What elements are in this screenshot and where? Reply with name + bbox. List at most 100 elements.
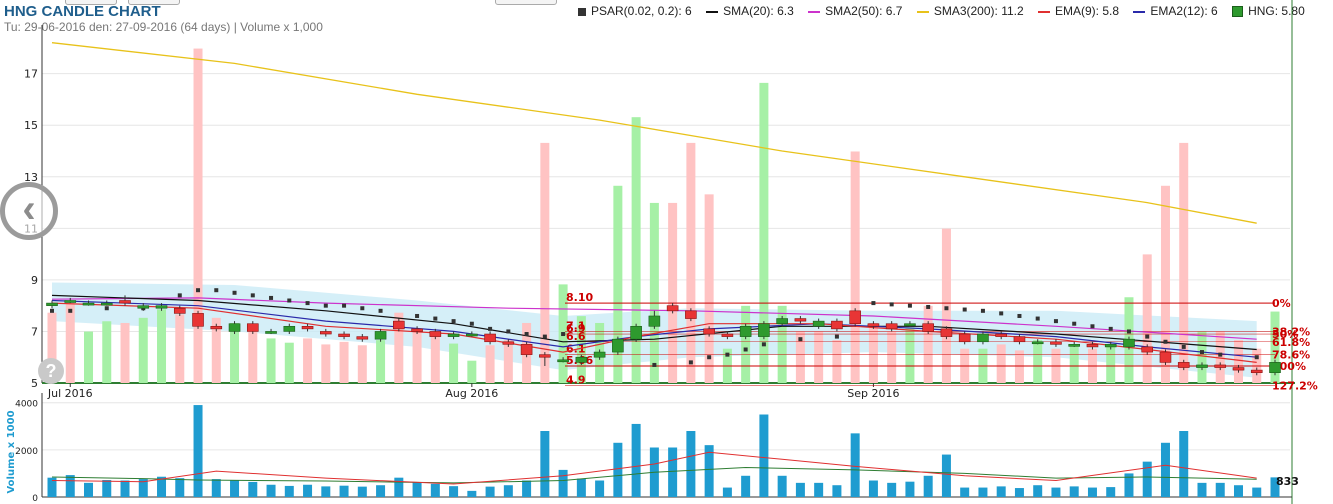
volume-bar: [1215, 482, 1225, 497]
volume-bar: [1051, 487, 1061, 497]
price-panel-volume-bar: [412, 329, 422, 383]
volume-bar: [193, 405, 203, 497]
volume-bar: [412, 482, 422, 497]
psar-point: [761, 342, 766, 347]
volume-bar: [960, 487, 970, 497]
chevron-left-icon[interactable]: ‹: [0, 182, 58, 240]
psar-point: [50, 308, 54, 313]
volume-bar: [1197, 482, 1207, 497]
candle-body: [283, 325, 296, 332]
candle-body: [1104, 344, 1117, 348]
psar-point: [196, 288, 201, 293]
candle-body: [1013, 336, 1026, 343]
volume-bar: [339, 485, 349, 497]
psar-point: [269, 295, 274, 300]
candle-body: [958, 333, 971, 343]
psar-point: [652, 362, 657, 367]
volume-bar: [576, 478, 586, 497]
price-panel-volume-bar: [1033, 340, 1043, 383]
candle-body: [995, 333, 1007, 337]
price-panel-volume-bar: [996, 344, 1006, 383]
candle-body: [703, 328, 715, 335]
volume-bar: [540, 431, 550, 497]
candle-body: [557, 359, 569, 363]
psar-point: [1218, 352, 1223, 357]
volume-bar: [923, 475, 933, 497]
volume-bar: [394, 477, 404, 497]
psar-point: [250, 293, 255, 298]
volume-bar: [1087, 487, 1097, 497]
psar-point: [1035, 316, 1040, 321]
price-panel-volume-bar: [850, 151, 860, 383]
help-icon[interactable]: ?: [38, 358, 64, 384]
volume-bar: [266, 484, 276, 497]
candle-body: [539, 354, 551, 358]
candle-body: [1141, 346, 1154, 353]
psar-point: [999, 311, 1004, 316]
candle-body: [1196, 364, 1208, 368]
price-panel-volume-bar: [467, 360, 477, 383]
candle-body: [776, 318, 788, 325]
candle-body: [119, 300, 131, 304]
volume-bar: [814, 482, 824, 497]
volume-tick-label: 0: [32, 494, 38, 504]
price-panel-volume-bar: [266, 338, 276, 383]
fib-label-left: 4.9: [566, 374, 586, 387]
volume-bar: [1160, 442, 1170, 497]
price-panel-volume-bar: [1069, 344, 1079, 383]
candle-body: [812, 320, 825, 327]
price-panel-volume-bar: [120, 322, 130, 383]
candle-body: [520, 344, 533, 355]
volume-bar: [120, 480, 130, 497]
candle-body: [466, 333, 478, 337]
psar-point: [433, 316, 438, 321]
volume-bar: [211, 479, 221, 497]
candle-body: [685, 310, 697, 319]
price-panel-volume-bar: [138, 317, 148, 383]
candle-body: [429, 331, 442, 337]
psar-point: [980, 308, 985, 313]
volume-bar: [978, 487, 988, 497]
volume-bar: [1233, 485, 1243, 497]
candle-body: [447, 333, 460, 337]
candle-body: [1123, 338, 1135, 348]
psar-point: [415, 313, 420, 318]
volume-bar: [1033, 485, 1043, 497]
psar-point: [1254, 355, 1259, 360]
volume-bar: [321, 486, 331, 497]
candle-body: [612, 338, 624, 353]
candle-body: [721, 333, 734, 337]
price-panel-volume-bar: [65, 303, 75, 383]
psar-point: [907, 303, 912, 308]
volume-bar: [248, 481, 258, 497]
candle-body: [82, 302, 95, 306]
price-panel-volume-bar: [339, 341, 349, 383]
psar-point: [889, 302, 894, 307]
candle-body: [210, 325, 223, 330]
volume-bar: [230, 480, 240, 497]
candle-body: [1269, 362, 1281, 373]
price-panel-volume-bar: [485, 345, 495, 383]
psar-point: [506, 329, 511, 334]
volume-bar: [1252, 487, 1262, 497]
candle-body: [64, 300, 77, 303]
candle-body: [228, 323, 241, 332]
x-tick-label: Jul 2016: [47, 387, 93, 400]
psar-point: [1072, 321, 1077, 326]
psar-point: [1108, 326, 1113, 331]
price-panel-volume-bar: [357, 345, 367, 383]
psar-point: [1090, 324, 1095, 329]
price-panel-volume-bar: [540, 142, 550, 383]
candle-body: [648, 315, 661, 327]
psar-point: [360, 306, 365, 311]
volume-bar: [303, 484, 313, 497]
psar-point: [488, 326, 493, 331]
psar-point: [542, 334, 547, 339]
price-tick-label: 9: [31, 274, 38, 287]
candle-chart: 57911131517Jul 2016Aug 2016Sep 20168.100…: [6, 0, 1318, 504]
price-panel-volume-bar: [284, 342, 294, 383]
candle-body: [320, 331, 332, 335]
candle-body: [46, 302, 58, 306]
volume-bar: [595, 480, 605, 497]
x-tick-label: Aug 2016: [445, 387, 498, 400]
